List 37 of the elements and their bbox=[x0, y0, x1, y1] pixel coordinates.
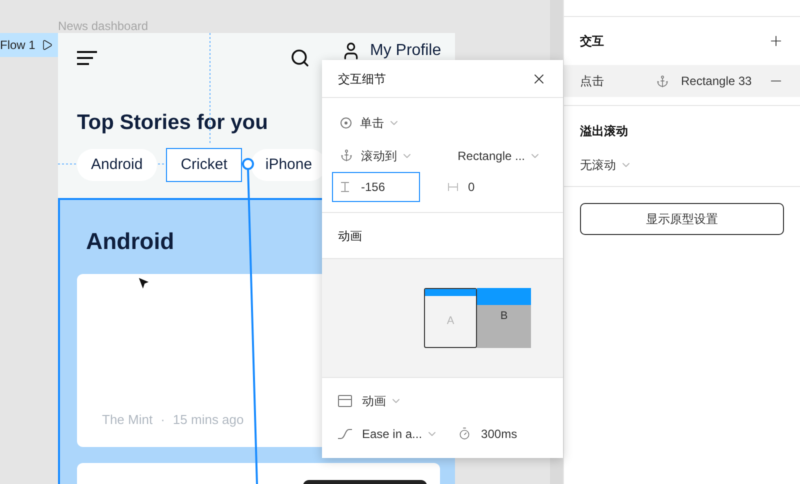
timer-icon bbox=[458, 427, 472, 440]
horizontal-spacing-icon bbox=[448, 183, 458, 191]
frame-a: A bbox=[424, 288, 477, 348]
section-heading: 交互 bbox=[580, 33, 604, 50]
profile-link[interactable]: My Profile bbox=[370, 42, 442, 59]
category-chip[interactable]: Android bbox=[77, 149, 157, 181]
easing-dropdown[interactable]: Ease in a... bbox=[362, 424, 438, 442]
anchor-icon bbox=[340, 149, 353, 162]
trigger-dropdown[interactable]: 单击 bbox=[360, 114, 400, 132]
section-title: Android bbox=[86, 227, 174, 256]
page-heading: Top Stories for you bbox=[77, 110, 268, 136]
section-heading: 动画 bbox=[338, 228, 362, 244]
flow-label[interactable]: Flow 1 bbox=[0, 33, 58, 57]
action-dropdown[interactable]: 滚动到 bbox=[361, 146, 413, 164]
card-meta: The Mint · 15 mins ago bbox=[102, 411, 244, 429]
x-offset-field[interactable]: 0 bbox=[448, 178, 475, 196]
search-icon[interactable] bbox=[290, 48, 310, 68]
frame-label: News dashboard bbox=[58, 18, 148, 35]
vertical-spacing-icon bbox=[341, 182, 349, 192]
interaction-row[interactable]: 点击 Rectangle 33 bbox=[564, 65, 800, 97]
anchor-icon bbox=[656, 74, 669, 88]
target-icon bbox=[340, 116, 352, 128]
add-icon[interactable] bbox=[768, 33, 784, 49]
target-dropdown[interactable]: Rectangle ... bbox=[458, 146, 545, 164]
menu-icon bbox=[77, 51, 97, 65]
category-chip[interactable]: Cricket bbox=[166, 149, 242, 181]
animation-dropdown[interactable]: 动画 bbox=[362, 392, 402, 410]
section-heading: 溢出滚动 bbox=[580, 123, 628, 140]
dialog-title: 交互细节 bbox=[338, 70, 386, 88]
prototype-settings-button[interactable]: 显示原型设置 bbox=[580, 203, 784, 235]
y-offset-field[interactable]: -156 bbox=[332, 172, 420, 202]
duration-field[interactable]: 300ms bbox=[481, 424, 518, 442]
play-icon bbox=[41, 39, 54, 51]
layout-icon bbox=[338, 394, 352, 406]
overflow-dropdown[interactable]: 无滚动 bbox=[580, 156, 784, 174]
frame-b: B bbox=[477, 288, 531, 348]
easing-curve-icon bbox=[338, 428, 352, 438]
